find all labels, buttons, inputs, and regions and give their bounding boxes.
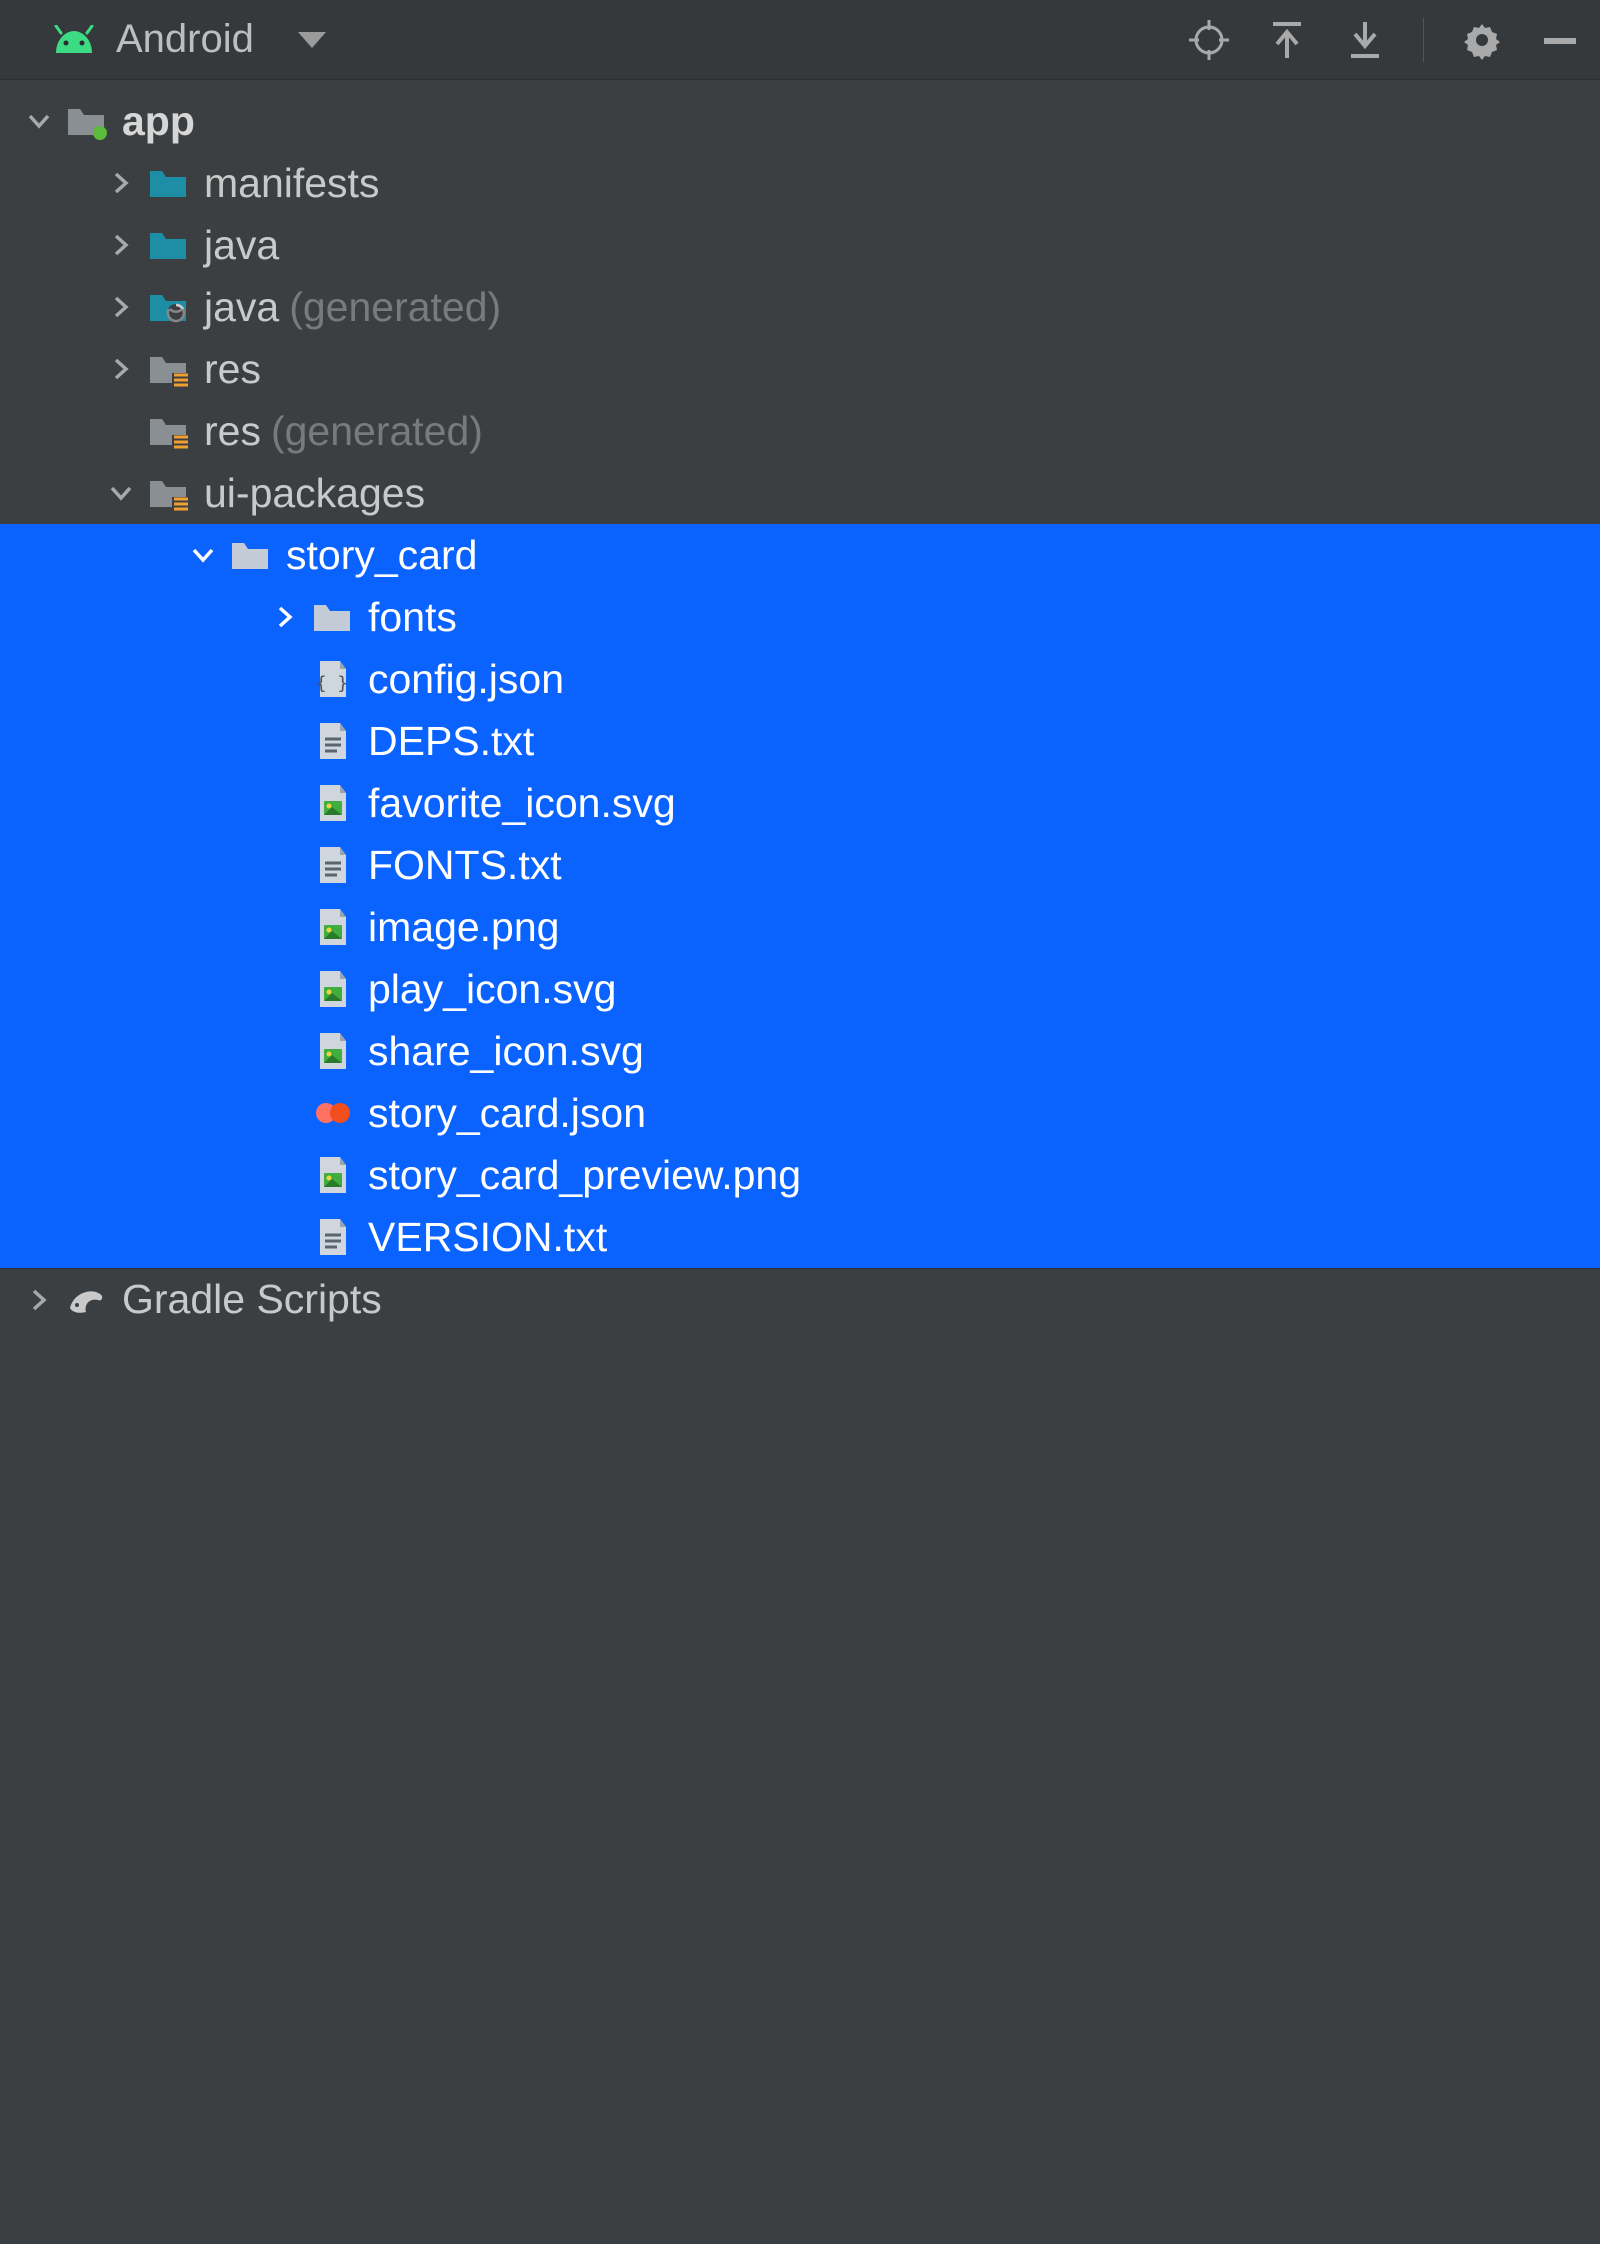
tree-node-label: ui-packages <box>204 470 425 517</box>
view-name-label: Android <box>116 17 254 62</box>
tree-node-label: play_icon.svg <box>368 966 616 1013</box>
image-file-icon <box>310 1153 354 1197</box>
android-logo-icon <box>50 25 98 55</box>
tree-node-label: share_icon.svg <box>368 1028 644 1075</box>
tree-node-config[interactable]: config.json <box>0 648 1600 710</box>
tree-node-gradle[interactable]: Gradle Scripts <box>0 1268 1600 1330</box>
tree-node-java[interactable]: java <box>0 214 1600 276</box>
resource-folder-icon <box>146 347 190 391</box>
chevron-right-icon[interactable] <box>96 356 146 382</box>
gradle-icon <box>64 1278 108 1322</box>
tree-node-label: fonts <box>368 594 457 641</box>
collapse-all-icon[interactable] <box>1345 20 1385 60</box>
tree-node-preview[interactable]: story_card_preview.png <box>0 1144 1600 1206</box>
chevron-down-icon <box>298 32 326 48</box>
expand-all-icon[interactable] <box>1267 20 1307 60</box>
txt-file-icon <box>310 843 354 887</box>
gear-icon[interactable] <box>1462 20 1502 60</box>
tree-node-label: config.json <box>368 656 564 703</box>
resource-folder-icon <box>146 471 190 515</box>
tree-node-favicon[interactable]: favorite_icon.svg <box>0 772 1600 834</box>
chevron-right-icon[interactable] <box>260 604 310 630</box>
folder-teal-gen-icon <box>146 285 190 329</box>
tree-node-label: FONTS.txt <box>368 842 562 889</box>
tree-node-label: image.png <box>368 904 559 951</box>
tree-node-label: story_card_preview.png <box>368 1152 801 1199</box>
chevron-down-icon[interactable] <box>14 108 64 134</box>
tree-node-story_card[interactable]: story_card <box>0 524 1600 586</box>
tree-node-label: Gradle Scripts <box>122 1276 382 1323</box>
view-selector[interactable]: Android <box>50 17 326 62</box>
tree-node-storyjson[interactable]: story_card.json <box>0 1082 1600 1144</box>
tree-node-label: res <box>204 408 261 455</box>
tree-node-label: res <box>204 346 261 393</box>
chevron-right-icon[interactable] <box>96 232 146 258</box>
image-file-icon <box>310 781 354 825</box>
folder-sel-icon <box>228 533 272 577</box>
chevron-down-icon[interactable] <box>178 542 228 568</box>
tree-node-app[interactable]: app <box>0 90 1600 152</box>
image-file-icon <box>310 1029 354 1073</box>
tree-node-fonts[interactable]: fonts <box>0 586 1600 648</box>
target-icon[interactable] <box>1189 20 1229 60</box>
tree-node-ui-packages[interactable]: ui-packages <box>0 462 1600 524</box>
tree-node-res[interactable]: res <box>0 338 1600 400</box>
figma-file-icon <box>310 1091 354 1135</box>
project-panel: Android appmanifestsjavajava(generated)r… <box>0 0 1600 2244</box>
tree-node-res-gen[interactable]: res(generated) <box>0 400 1600 462</box>
tree-node-label: manifests <box>204 160 379 207</box>
image-file-icon <box>310 967 354 1011</box>
project-tree[interactable]: appmanifestsjavajava(generated)resres(ge… <box>0 80 1600 2244</box>
tree-node-label: java <box>204 222 279 269</box>
chevron-down-icon[interactable] <box>96 480 146 506</box>
tree-node-playicon[interactable]: play_icon.svg <box>0 958 1600 1020</box>
module-folder-icon <box>64 99 108 143</box>
tree-node-label: app <box>122 98 195 145</box>
folder-sel-icon <box>310 595 354 639</box>
tree-node-deps[interactable]: DEPS.txt <box>0 710 1600 772</box>
folder-teal-icon <box>146 223 190 267</box>
chevron-right-icon[interactable] <box>96 170 146 196</box>
tree-node-label: favorite_icon.svg <box>368 780 676 827</box>
toolbar-actions <box>1189 18 1580 62</box>
tree-node-label: DEPS.txt <box>368 718 534 765</box>
project-toolbar: Android <box>0 0 1600 80</box>
tree-node-label: story_card.json <box>368 1090 646 1137</box>
tree-node-fontstxt[interactable]: FONTS.txt <box>0 834 1600 896</box>
tree-node-manifests[interactable]: manifests <box>0 152 1600 214</box>
folder-teal-icon <box>146 161 190 205</box>
txt-file-icon <box>310 719 354 763</box>
toolbar-divider <box>1423 18 1424 62</box>
tree-node-suffix: (generated) <box>289 284 501 331</box>
tree-node-label: VERSION.txt <box>368 1214 607 1261</box>
json-file-icon <box>310 657 354 701</box>
txt-file-icon <box>310 1215 354 1259</box>
tree-node-suffix: (generated) <box>271 408 483 455</box>
tree-node-version[interactable]: VERSION.txt <box>0 1206 1600 1268</box>
minimize-icon[interactable] <box>1540 20 1580 60</box>
chevron-right-icon[interactable] <box>14 1287 64 1313</box>
image-file-icon <box>310 905 354 949</box>
tree-node-label: java <box>204 284 279 331</box>
tree-node-imagepng[interactable]: image.png <box>0 896 1600 958</box>
tree-node-shareicon[interactable]: share_icon.svg <box>0 1020 1600 1082</box>
chevron-right-icon[interactable] <box>96 294 146 320</box>
resource-folder-icon <box>146 409 190 453</box>
tree-node-java-gen[interactable]: java(generated) <box>0 276 1600 338</box>
tree-node-label: story_card <box>286 532 477 579</box>
